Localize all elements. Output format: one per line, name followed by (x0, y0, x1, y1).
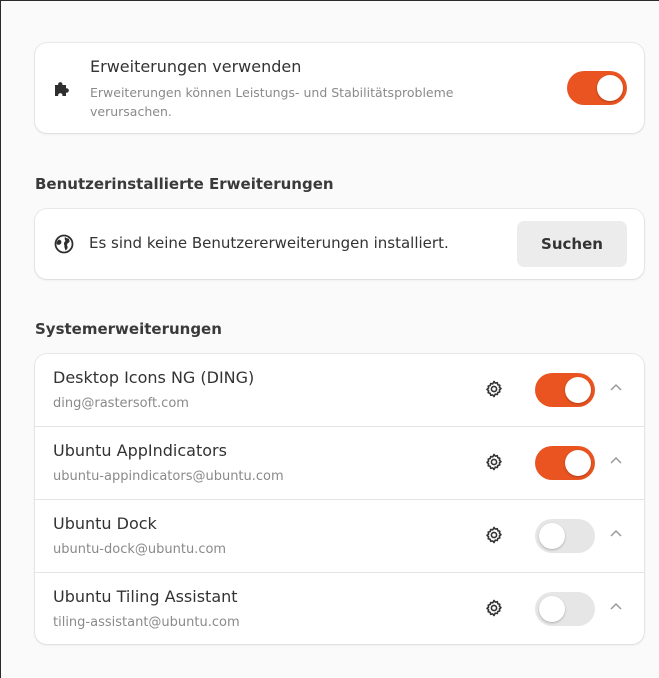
no-user-extensions-message: Es sind keine Benutzererweiterungen inst… (89, 234, 449, 252)
toggle-knob (597, 75, 623, 101)
extension-name: Ubuntu Dock (53, 514, 157, 533)
puzzle-icon (55, 82, 69, 96)
extension-toggle[interactable] (535, 519, 595, 553)
extensions-page: Erweiterungen verwenden Erweiterungen kö… (35, 43, 644, 644)
extension-uuid: ubuntu-dock@ubuntu.com (53, 542, 227, 557)
system-extensions-heading: Systemerweiterungen (35, 320, 222, 338)
toggle-knob (539, 596, 565, 622)
user-extensions-card: Es sind keine Benutzererweiterungen inst… (35, 209, 644, 279)
extension-row-appindicators[interactable]: Ubuntu AppIndicators ubuntu-appindicator… (35, 427, 644, 500)
search-button[interactable]: Suchen (517, 221, 627, 267)
toggle-knob (565, 450, 591, 476)
gear-icon[interactable] (485, 599, 503, 617)
gear-icon[interactable] (485, 526, 503, 544)
chevron-up-icon[interactable] (609, 528, 623, 538)
use-extensions-description: Erweiterungen können Leistungs- und Stab… (90, 85, 454, 119)
chevron-up-icon[interactable] (609, 455, 623, 465)
extension-uuid: ubuntu-appindicators@ubuntu.com (53, 469, 284, 484)
toggle-knob (565, 377, 591, 403)
use-extensions-card: Erweiterungen verwenden Erweiterungen kö… (35, 43, 644, 133)
gear-icon[interactable] (485, 453, 503, 471)
extension-uuid: ding@rastersoft.com (53, 396, 189, 411)
extension-row-ding[interactable]: Desktop Icons NG (DING) ding@rastersoft.… (35, 354, 644, 427)
chevron-up-icon[interactable] (609, 601, 623, 611)
extension-row-tiling-assistant[interactable]: Ubuntu Tiling Assistant tiling-assistant… (35, 573, 644, 644)
globe-icon (54, 234, 74, 254)
extension-name: Ubuntu Tiling Assistant (53, 587, 238, 606)
extension-name: Ubuntu AppIndicators (53, 441, 227, 460)
user-extensions-heading: Benutzerinstallierte Erweiterungen (35, 175, 334, 193)
system-extensions-list: Desktop Icons NG (DING) ding@rastersoft.… (35, 354, 644, 644)
extension-toggle[interactable] (535, 592, 595, 626)
toggle-knob (539, 523, 565, 549)
use-extensions-title: Erweiterungen verwenden (90, 57, 302, 76)
extension-row-dock[interactable]: Ubuntu Dock ubuntu-dock@ubuntu.com (35, 500, 644, 573)
extension-toggle[interactable] (535, 446, 595, 480)
chevron-up-icon[interactable] (609, 382, 623, 392)
extension-uuid: tiling-assistant@ubuntu.com (53, 615, 240, 630)
extension-toggle[interactable] (535, 373, 595, 407)
use-extensions-toggle[interactable] (567, 71, 627, 105)
extension-name: Desktop Icons NG (DING) (53, 368, 255, 387)
gear-icon[interactable] (485, 380, 503, 398)
